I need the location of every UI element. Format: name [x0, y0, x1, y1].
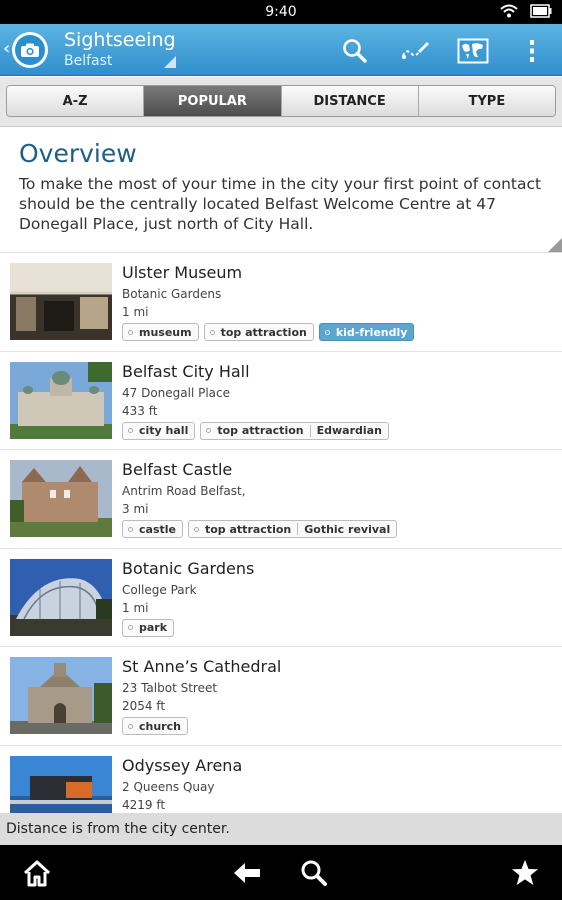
place-address: College Park [122, 582, 197, 597]
overview-title: Overview [19, 139, 137, 168]
screen-title: Sightseeing [64, 29, 176, 51]
status-time: 9:40 [265, 4, 297, 20]
tag[interactable]: museum [122, 323, 199, 341]
place-photo [10, 755, 112, 813]
search-icon[interactable] [338, 34, 372, 68]
tag-hole-icon [193, 526, 199, 532]
place-name: St Anne’s Cathedral [122, 657, 282, 676]
list-item[interactable]: Belfast Castle Antrim Road Belfast, 3 mi… [0, 450, 562, 549]
status-bar: 9:40 [0, 0, 562, 24]
tag[interactable]: city hall [122, 421, 196, 440]
place-photo [10, 657, 112, 734]
city-spinner[interactable]: Belfast [64, 53, 112, 69]
place-photo [10, 263, 112, 340]
status-icons [500, 3, 552, 22]
tag-hole-icon [206, 428, 212, 433]
overflow-menu-icon[interactable] [515, 34, 549, 68]
tag[interactable]: park [122, 618, 175, 637]
place-address: 47 Donegall Place [122, 385, 231, 400]
bottom-nav [0, 845, 562, 900]
battery-icon [530, 3, 552, 22]
place-address: Antrim Road Belfast, [122, 484, 246, 498]
place-name: Belfast Castle [122, 460, 233, 479]
list-item[interactable]: St Anne’s Cathedral 23 Talbot Street 205… [0, 647, 562, 746]
place-tags: museum top attraction kid-friendly [122, 323, 415, 341]
place-name: Belfast City Hall [122, 361, 250, 381]
expand-corner-icon[interactable] [548, 238, 562, 252]
back-arrow-icon[interactable] [231, 857, 263, 889]
favorites-star-icon[interactable] [509, 857, 541, 889]
spinner-triangle-icon [164, 56, 176, 68]
tag-hole-icon [209, 329, 215, 335]
place-distance: 3 mi [122, 502, 149, 516]
distance-note: Distance is from the city center. [0, 813, 562, 845]
tag-highlighted[interactable]: kid-friendly [318, 323, 415, 341]
tag-hole-icon [128, 723, 133, 729]
tag[interactable]: top attraction [203, 323, 314, 341]
tag-hole-icon [128, 625, 133, 630]
place-distance: 433 ft [122, 403, 158, 418]
action-bar: ‹ Sightseeing Belfast [0, 24, 562, 76]
place-tags: church [122, 717, 188, 735]
tag-hole-icon [128, 428, 133, 433]
place-address: 2 Queens Quay [122, 779, 215, 794]
overview-text: To make the most of your time in the cit… [19, 175, 542, 233]
search-icon[interactable] [298, 857, 330, 889]
up-caret-icon[interactable]: ‹ [3, 38, 10, 59]
home-icon[interactable] [21, 857, 53, 889]
place-name: Ulster Museum [122, 263, 243, 282]
place-tags: city hall top attraction Edwardian [122, 421, 389, 440]
list-item[interactable]: Odyssey Arena 2 Queens Quay 4219 ft [0, 746, 562, 813]
overview-section[interactable]: Overview To make the most of your time i… [0, 127, 562, 253]
tag-hole-icon [324, 329, 330, 335]
place-address: Botanic Gardens [122, 287, 222, 301]
tab-popular[interactable]: POPULAR [144, 86, 282, 116]
places-list: Ulster Museum Botanic Gardens 1 mi museu… [0, 253, 562, 813]
list-item[interactable]: Belfast City Hall 47 Donegall Place 433 … [0, 352, 562, 450]
place-name: Botanic Gardens [122, 558, 255, 578]
tag-group[interactable]: top attraction Gothic revival [187, 520, 398, 538]
place-name: Odyssey Arena [122, 755, 243, 775]
tag-hole-icon [128, 526, 133, 532]
tab-type[interactable]: TYPE [418, 86, 555, 116]
sort-tabs: A-Z POPULAR DISTANCE TYPE [6, 85, 556, 117]
route-icon[interactable] [398, 34, 432, 68]
app-logo-icon[interactable] [12, 32, 48, 68]
tab-a-z[interactable]: A-Z [7, 86, 145, 116]
place-photo [10, 361, 112, 439]
place-distance: 4219 ft [122, 797, 166, 812]
place-photo [10, 460, 112, 537]
place-photo [10, 558, 112, 636]
place-tags: castle top attraction Gothic revival [122, 520, 398, 538]
list-item[interactable]: Ulster Museum Botanic Gardens 1 mi museu… [0, 253, 562, 352]
tag[interactable]: castle [122, 520, 183, 538]
tag-hole-icon [128, 329, 133, 335]
sort-tabs-bar: A-Z POPULAR DISTANCE TYPE [0, 77, 562, 127]
place-distance: 1 mi [122, 600, 149, 615]
tag-group[interactable]: top attraction Edwardian [200, 421, 389, 440]
tag[interactable]: church [122, 717, 188, 735]
list-item[interactable]: Botanic Gardens College Park 1 mi park [0, 549, 562, 647]
place-address: 23 Talbot Street [122, 681, 218, 695]
wifi-icon [500, 3, 518, 22]
place-distance: 1 mi [122, 305, 149, 319]
map-icon[interactable] [456, 34, 490, 68]
place-tags: park [122, 618, 175, 637]
place-distance: 2054 ft [122, 699, 166, 713]
tab-distance[interactable]: DISTANCE [281, 86, 419, 116]
